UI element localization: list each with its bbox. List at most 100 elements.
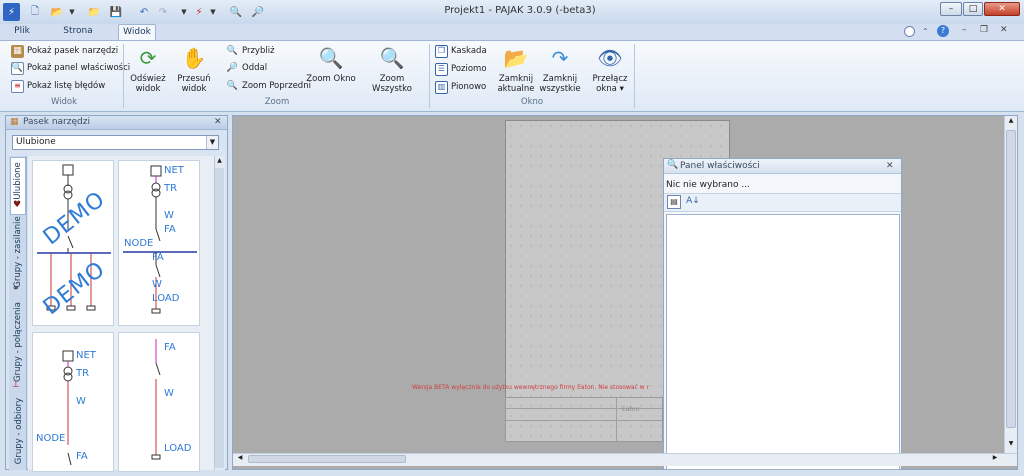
tile-4-label-w: W xyxy=(164,388,174,399)
properties-close-button[interactable]: ✕ xyxy=(886,161,894,171)
scroll-down-icon[interactable]: ▼ xyxy=(1006,440,1016,450)
scroll-right-icon[interactable]: ▶ xyxy=(990,454,1000,464)
symbol-tile-2[interactable]: NET TR W FA NODE FA W LOAD xyxy=(118,160,200,326)
tab-strona-domowa[interactable]: Strona domowa xyxy=(43,24,113,51)
close-all-button[interactable]: ↷ Zamknij wszystkie xyxy=(537,45,583,94)
toolbox-close-button[interactable]: ✕ xyxy=(214,117,222,127)
heart-icon: ♥ xyxy=(13,200,22,210)
minimize-button[interactable]: – xyxy=(940,2,962,16)
switch-window-button[interactable]: 👁 Przełącz okna ▾ xyxy=(588,45,632,94)
zoom-in-button[interactable]: 🔍 Przybliż xyxy=(226,43,275,59)
close-current-button[interactable]: 📂 Zamknij aktualne xyxy=(494,45,538,94)
scroll-up-icon[interactable]: ▲ xyxy=(215,157,224,166)
properties-grid[interactable] xyxy=(666,214,900,470)
sheet-title-block: Eaton xyxy=(505,397,663,442)
new-file-icon[interactable]: 🗋 xyxy=(27,3,43,21)
refresh-label-1: Odśwież xyxy=(130,74,166,84)
save-icon[interactable]: 💾 xyxy=(108,3,124,21)
properties-title: Panel właściwości xyxy=(680,161,760,171)
show-properties-button[interactable]: 🔍 Pokaż panel właściwości xyxy=(11,60,130,76)
title-block-eaton: Eaton xyxy=(622,406,640,413)
title-block-line xyxy=(506,420,662,421)
symbol-tile-1[interactable]: DEMO DEMO xyxy=(32,160,114,326)
group-label-zoom: Zoom xyxy=(264,97,290,107)
close-current-label-1: Zamknij xyxy=(498,74,534,84)
tile-3-diagram xyxy=(62,350,74,466)
redo-dropdown-icon[interactable]: ▼ xyxy=(178,3,190,21)
zoom-in-icon: 🔍 xyxy=(226,45,239,56)
tile-vertical-button[interactable]: ▥ Pionowo xyxy=(435,79,486,95)
zoom-out-quick-icon[interactable]: 🔎 xyxy=(250,3,266,21)
properties-header-icon: 🔍 xyxy=(667,160,679,170)
refresh-view-button[interactable]: ⟳ Odśwież widok xyxy=(127,45,169,94)
tile-2-label-w: W xyxy=(164,210,174,221)
scroll-up-icon[interactable]: ▲ xyxy=(1006,117,1016,127)
alphabetical-sort-icon[interactable]: A↓ xyxy=(685,195,701,209)
tab-plik[interactable]: Plik xyxy=(6,24,38,40)
open-folder-icon[interactable]: 📂 xyxy=(49,3,65,21)
cascade-button[interactable]: ❐ Kaskada xyxy=(435,43,487,59)
tile-horizontal-button[interactable]: ☰ Poziomo xyxy=(435,61,487,77)
open-dropdown-icon[interactable]: ▼ xyxy=(67,3,77,21)
lightning-dropdown-icon[interactable]: ▼ xyxy=(208,3,218,21)
toolbox-header-icon: ▦ xyxy=(10,117,19,127)
properties-icon: 🔍 xyxy=(11,61,24,75)
folder-icon[interactable]: 📁 xyxy=(86,3,102,21)
supply-group-icon: ⚭ xyxy=(12,284,20,294)
group-label-widok: Widok xyxy=(50,97,78,107)
tile-2-label-load: LOAD xyxy=(152,293,180,304)
symbol-tile-3[interactable]: NET TR W NODE FA xyxy=(32,332,114,472)
close-all-label-2: wszystkie xyxy=(539,84,581,94)
tile-3-label-node: NODE xyxy=(36,433,66,444)
switch-window-icon: 👁 xyxy=(597,46,623,70)
zoom-previous-button[interactable]: 🔍 Zoom Poprzedni xyxy=(226,78,311,94)
side-tab-grupy-polaczenia[interactable]: Grupy - połączenia xyxy=(13,296,23,388)
pan-label-2: widok xyxy=(181,84,207,94)
vertical-scroll-thumb[interactable] xyxy=(1006,130,1016,428)
zoom-in-quick-icon[interactable]: 🔍 xyxy=(228,3,244,21)
side-tab-grupy-odbiory[interactable]: Grupy - odbiory xyxy=(14,392,24,470)
app-icon[interactable]: ⚡ xyxy=(3,3,20,21)
tile-horizontal-label: Poziomo xyxy=(451,64,487,74)
mdi-minimize-icon[interactable]: – xyxy=(962,25,967,35)
error-list-icon: ≡ xyxy=(11,79,24,93)
show-properties-label: Pokaż panel właściwości xyxy=(27,63,131,73)
tab-widok[interactable]: Widok xyxy=(118,24,156,41)
chevron-down-icon[interactable]: ▼ xyxy=(206,136,218,149)
show-toolbar-label: Pokaż pasek narzędzi xyxy=(27,46,119,56)
close-button[interactable]: ✕ xyxy=(984,2,1020,16)
zoom-all-button[interactable]: 🔍 Zoom Wszystko xyxy=(359,45,425,94)
title-block-line xyxy=(616,398,617,441)
category-dropdown[interactable]: Ulubione ▼ xyxy=(12,135,219,150)
tile-3-label-fa: FA xyxy=(76,451,88,462)
horizontal-scroll-thumb[interactable] xyxy=(248,455,406,463)
maximize-button[interactable]: □ xyxy=(963,2,983,16)
show-toolbar-button[interactable]: ▦ Pokaż pasek narzędzi xyxy=(11,43,118,59)
zoom-previous-icon: 🔍 xyxy=(226,80,239,91)
switch-label-2: okna ▾ xyxy=(596,84,624,94)
zoom-all-icon: 🔍 xyxy=(379,46,405,70)
toolbox-icon: ▦ xyxy=(11,44,24,58)
redo-icon[interactable]: ↷ xyxy=(156,3,170,21)
scroll-left-icon[interactable]: ◀ xyxy=(235,454,245,464)
categorized-icon[interactable]: ▤ xyxy=(667,195,681,209)
mdi-restore-icon[interactable]: ❐ xyxy=(980,25,988,35)
switch-label-1: Przełącz xyxy=(592,74,628,84)
folder-close-icon: 📂 xyxy=(503,46,529,70)
show-errors-button[interactable]: ≡ Pokaż listę błędów xyxy=(11,78,105,94)
zoom-window-button[interactable]: 🔍 Zoom Okno xyxy=(306,45,356,84)
chevron-up-icon[interactable]: ⌃ xyxy=(922,27,929,36)
refresh-label-2: widok xyxy=(135,84,161,94)
tile-2-label-net: NET xyxy=(164,165,184,176)
gallery-scroll-thumb[interactable] xyxy=(215,168,224,468)
symbol-tile-4[interactable]: FA W LOAD xyxy=(118,332,200,472)
pan-view-button[interactable]: ✋ Przesuń widok xyxy=(173,45,215,94)
undo-icon[interactable]: ↶ xyxy=(137,3,151,21)
lightning-icon[interactable]: ⚡ xyxy=(191,3,207,21)
zoom-out-button[interactable]: 🔎 Oddal xyxy=(226,60,267,76)
side-tab-grupy-zasilanie[interactable]: Grupy - zasilanie xyxy=(13,212,23,292)
help-icon[interactable]: ? xyxy=(937,25,949,37)
tile-4-label-fa: FA xyxy=(164,342,176,353)
mdi-close-icon[interactable]: ✕ xyxy=(1000,25,1008,35)
ribbon-minimize-icon[interactable] xyxy=(904,26,915,37)
